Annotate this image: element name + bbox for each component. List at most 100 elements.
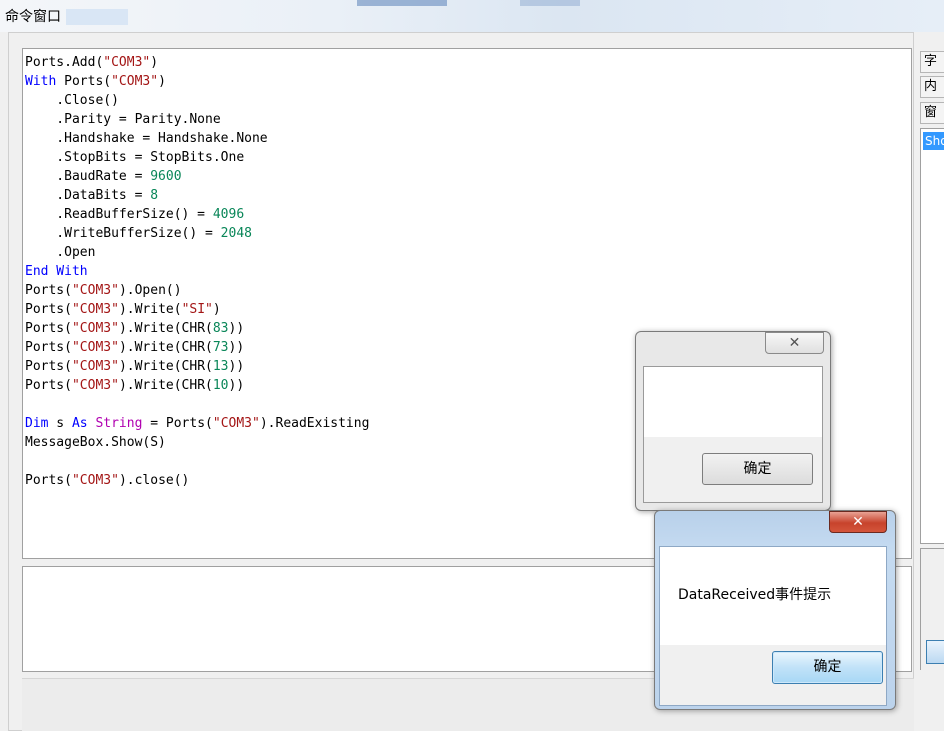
code-line: .ReadBufferSize() = 4096 [25,205,244,224]
code-token: 10 [212,378,229,393]
code-line: .WriteBufferSize() = 2048 [25,224,252,243]
code-token: )) [228,321,245,336]
code-line: Ports("COM3").Write(CHR(83)) [25,319,244,338]
close-icon: ✕ [788,335,801,351]
code-line: End With [25,262,88,281]
code-token: s [48,416,72,431]
code-token: ).close() [118,473,190,488]
title-decoration [520,0,580,6]
code-token: ).Open() [118,283,182,298]
code-token: "COM3" [71,378,119,393]
code-token: .DataBits = [25,188,151,203]
code-token: "COM3" [71,283,119,298]
code-token: ) [158,74,166,89]
code-line: .Parity = Parity.None [25,110,221,129]
code-token: )) [228,340,245,355]
code-line: .Handshake = Handshake.None [25,129,267,148]
code-token: = Ports( [142,416,213,431]
ok-button[interactable]: 确定 [702,453,813,485]
code-token: "COM3" [71,321,119,336]
code-token: )) [228,378,245,393]
code-line: .Open [25,243,95,262]
message-box-blank: ✕ 确定 [635,331,831,511]
code-token: "COM3" [71,340,119,355]
side-list-item-selected[interactable]: Sho [923,132,944,150]
side-tab-2[interactable]: 内 [920,76,944,98]
title-decoration [357,0,447,6]
code-token: 8 [150,188,159,203]
code-token: String [95,416,143,431]
close-button[interactable]: ✕ [765,332,824,354]
dialog-message: DataReceived事件提示 [678,587,832,603]
code-line: Ports("COM3").Write(CHR(10)) [25,376,244,395]
code-line: Ports.Add("COM3") [25,53,158,72]
code-token: ).Write(CHR( [118,321,213,336]
code-token: As [71,416,88,431]
code-token: ).Write(CHR( [118,340,213,355]
code-line: With Ports("COM3") [25,72,166,91]
code-token: Dim [25,416,49,431]
dialog-client-area: 确定 [643,366,823,503]
close-button[interactable]: ✕ [829,511,887,533]
code-token: "SI" [181,302,213,317]
code-token: With [25,74,57,89]
code-token: 83 [212,321,229,336]
code-token: .Parity = Parity.None [25,112,221,127]
code-line: Dim s As String = Ports("COM3").ReadExis… [25,414,369,433]
code-token: .BaudRate = [25,169,151,184]
code-token: Ports( [25,321,72,336]
code-token: "COM3" [71,473,119,488]
code-token: "COM3" [111,74,159,89]
code-token: ).Write( [118,302,182,317]
side-tab-3[interactable]: 窗 [920,102,944,124]
code-token: ).Write(CHR( [118,378,213,393]
code-line: .StopBits = StopBits.One [25,148,244,167]
code-token: Ports( [25,283,72,298]
code-line: Ports("COM3").Open() [25,281,182,300]
window-title: 命令窗口 [5,9,61,25]
message-box-event: ✕ DataReceived事件提示 确定 [654,510,896,710]
code-token: "COM3" [103,55,151,70]
code-token: 2048 [220,226,252,241]
code-line: .DataBits = 8 [25,186,158,205]
side-button[interactable] [926,640,944,664]
code-line: Ports("COM3").Write("SI") [25,300,221,319]
code-line: .BaudRate = 9600 [25,167,181,186]
code-line: Ports("COM3").close() [25,471,189,490]
code-token: .Close() [25,93,119,108]
code-token: End With [25,264,88,279]
side-tab-1[interactable]: 字 [920,51,944,73]
code-token: 4096 [212,207,245,222]
window-title-bar: 命令窗口 [0,0,944,32]
code-token: .StopBits = StopBits.One [25,150,245,165]
code-token: MessageBox.Show(S) [25,435,166,450]
code-token: ).Write(CHR( [118,359,213,374]
code-token: ).ReadExisting [259,416,370,431]
code-token: Ports( [56,74,112,89]
code-token: Ports.Add( [25,55,104,70]
code-token: )) [228,359,245,374]
close-icon: ✕ [852,514,864,530]
code-line: MessageBox.Show(S) [25,433,166,452]
code-token: 73 [212,340,229,355]
code-token: Ports( [25,340,72,355]
dialog-client-area: DataReceived事件提示 确定 [659,546,887,706]
code-token: Ports( [25,473,72,488]
code-token: Ports( [25,302,72,317]
code-token: .ReadBufferSize() = [25,207,213,222]
side-list[interactable]: Sho [920,128,944,544]
code-token: ) [150,55,159,70]
ok-button[interactable]: 确定 [772,651,883,684]
title-ghost-tab [66,9,128,25]
code-token: "COM3" [71,302,119,317]
code-token: 13 [212,359,229,374]
code-token: Ports( [25,378,72,393]
code-token: Ports( [25,359,72,374]
code-token: .Open [25,245,96,260]
code-token: "COM3" [212,416,260,431]
code-token: ) [212,302,221,317]
code-line: Ports("COM3").Write(CHR(73)) [25,338,244,357]
code-line: .Close() [25,91,119,110]
code-token: .WriteBufferSize() = [25,226,221,241]
code-token: "COM3" [71,359,119,374]
